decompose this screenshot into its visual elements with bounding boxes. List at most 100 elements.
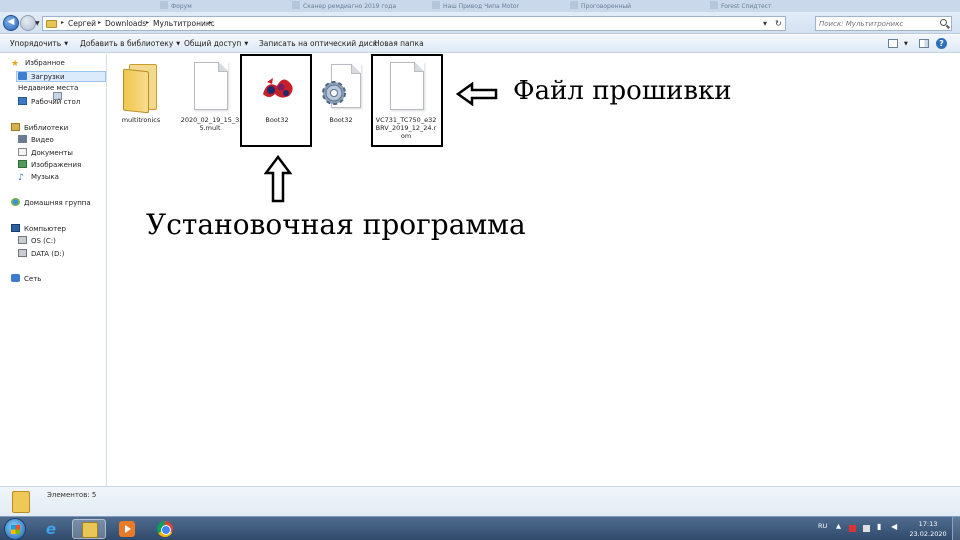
chrome-icon: [157, 521, 173, 537]
libraries-icon: [11, 123, 20, 131]
folder-icon: [46, 20, 57, 28]
folder-icon: [12, 491, 30, 513]
installer-highlight-box: [240, 54, 312, 147]
homegroup-icon: [11, 198, 20, 206]
show-desktop-button[interactable]: [952, 517, 960, 540]
internet-explorer-icon: e: [45, 520, 57, 538]
file-name: multitronics: [121, 116, 161, 124]
file-name: Boot32: [329, 116, 353, 124]
recent-pages-dropdown[interactable]: ▼: [35, 20, 40, 27]
volume-icon[interactable]: ◀: [891, 522, 897, 531]
breadcrumb-downloads[interactable]: Downloads: [105, 19, 146, 28]
refresh-button[interactable]: ↻: [775, 19, 782, 28]
installer-annotation: Установочная программа: [146, 208, 526, 241]
address-dropdown-button[interactable]: ▾: [763, 19, 767, 28]
nav-recent-places[interactable]: Недавние места: [18, 84, 78, 100]
breadcrumb-separator[interactable]: ▸: [209, 19, 212, 26]
search-box[interactable]: [815, 16, 952, 31]
music-icon: ♪: [18, 173, 24, 183]
file-item-folder[interactable]: multitronics: [109, 60, 173, 124]
forward-button[interactable]: [20, 15, 36, 31]
breadcrumb-separator[interactable]: ▸: [146, 19, 149, 26]
nav-desktop[interactable]: Рабочий стол: [18, 97, 80, 108]
command-bar: Упорядочить ▼ Добавить в библиотеку ▼ Общи…: [0, 35, 960, 53]
video-icon: [18, 135, 27, 143]
search-input[interactable]: [819, 18, 934, 29]
tray-app-icon[interactable]: [849, 525, 856, 532]
view-options-dropdown[interactable]: ▼: [901, 39, 908, 48]
documents-icon: [18, 148, 27, 156]
folder-icon: [121, 64, 161, 114]
document-icon: [194, 62, 228, 110]
change-view-icon[interactable]: [888, 39, 898, 48]
share-menu[interactable]: Общий доступ ▼: [184, 39, 248, 48]
nav-homegroup[interactable]: Домашняя группа: [11, 198, 91, 209]
network-icon: [11, 274, 20, 282]
background-tab[interactable]: Сканер ремдиагно 2019 года: [292, 1, 396, 11]
nav-pictures[interactable]: Изображения: [18, 160, 81, 171]
taskbar: e RU ▲ ▮ ◀ 17:13 23.02.2020: [0, 516, 960, 540]
nav-music[interactable]: ♪ Музыка: [18, 173, 59, 184]
address-row: ◀ ▼ ▸ Сергей ▸ Downloads ▸ Мультитроникс…: [0, 12, 960, 34]
computer-icon: [11, 224, 20, 232]
nav-drive-c[interactable]: OS (C:): [18, 236, 56, 247]
breadcrumb-current[interactable]: Мультитроникс: [153, 19, 215, 28]
nav-computer[interactable]: Компьютер: [11, 224, 66, 235]
nav-libraries[interactable]: Библиотеки: [11, 123, 68, 134]
explorer-icon: [82, 522, 98, 538]
file-list-area: multitronics 2020_02_19_15_35.mult Boot3…: [108, 54, 960, 486]
background-tab[interactable]: Проговоренный: [570, 1, 631, 11]
left-arrow-icon: [456, 82, 498, 106]
nav-favorites[interactable]: ★ Избранное: [11, 59, 65, 70]
breadcrumb-user[interactable]: Сергей: [68, 19, 96, 28]
background-tab-strip: Форум Сканер ремдиагно 2019 года Наш При…: [0, 0, 960, 12]
nav-documents[interactable]: Документы: [18, 148, 73, 159]
explorer-screen: Форум Сканер ремдиагно 2019 года Наш При…: [0, 0, 960, 540]
show-hidden-icons[interactable]: ▲: [836, 522, 841, 530]
taskbar-internet-explorer[interactable]: e: [34, 519, 68, 539]
background-tab[interactable]: Наш Привод Чипа Motor: [432, 1, 519, 11]
details-pane: Элементов: 5: [0, 486, 960, 516]
firmware-annotation: Файл прошивки: [513, 76, 732, 106]
taskbar-media-player[interactable]: [110, 519, 144, 539]
back-button[interactable]: ◀: [3, 15, 19, 31]
file-item-mult[interactable]: 2020_02_19_15_35.mult: [178, 60, 242, 132]
breadcrumb-separator[interactable]: ▸: [61, 19, 64, 26]
drive-icon: [18, 249, 27, 257]
taskbar-explorer[interactable]: [72, 519, 106, 539]
desktop-icon: [18, 97, 27, 105]
preview-pane-icon[interactable]: [919, 39, 929, 48]
media-player-icon: [119, 521, 135, 537]
settings-gear-icon: [322, 81, 346, 105]
drive-icon: [18, 236, 27, 244]
language-indicator[interactable]: RU: [818, 522, 827, 530]
clock-date: 23.02.2020: [909, 530, 947, 538]
background-tab[interactable]: Форум: [160, 1, 192, 11]
background-tab[interactable]: Forest Спидтест: [710, 1, 771, 11]
up-arrow-icon: [264, 155, 292, 203]
clock-time: 17:13: [918, 520, 938, 528]
organize-menu[interactable]: Упорядочить ▼: [10, 39, 68, 48]
search-icon: [940, 19, 947, 26]
file-item-boot32-config[interactable]: Boot32: [309, 60, 373, 124]
add-to-library-menu[interactable]: Добавить в библиотеку ▼: [80, 39, 180, 48]
new-folder-button[interactable]: Новая папка: [374, 39, 424, 48]
burn-button[interactable]: Записать на оптический диск: [259, 39, 377, 48]
navigation-pane: ★ Избранное Загрузки Недавние места Рабоч…: [0, 54, 107, 486]
firmware-highlight-box: [371, 54, 443, 147]
action-center-icon[interactable]: [863, 525, 870, 532]
star-icon: ★: [11, 59, 20, 69]
network-signal-icon[interactable]: ▮: [877, 522, 881, 531]
help-icon[interactable]: ?: [936, 38, 947, 49]
taskbar-chrome[interactable]: [148, 519, 182, 539]
nav-network[interactable]: Сеть: [11, 274, 41, 285]
clock[interactable]: 17:13 23.02.2020: [908, 519, 948, 539]
nav-downloads[interactable]: Загрузки: [16, 71, 106, 82]
nav-video[interactable]: Видео: [18, 135, 54, 146]
nav-drive-d[interactable]: DATA (D:): [18, 249, 64, 260]
address-bar[interactable]: ▸ Сергей ▸ Downloads ▸ Мультитроникс ▸ ▾…: [42, 16, 786, 31]
breadcrumb-separator[interactable]: ▸: [98, 19, 101, 26]
file-name: 2020_02_19_15_35.mult: [180, 116, 240, 132]
downloads-icon: [18, 72, 27, 80]
start-button[interactable]: [4, 518, 26, 540]
